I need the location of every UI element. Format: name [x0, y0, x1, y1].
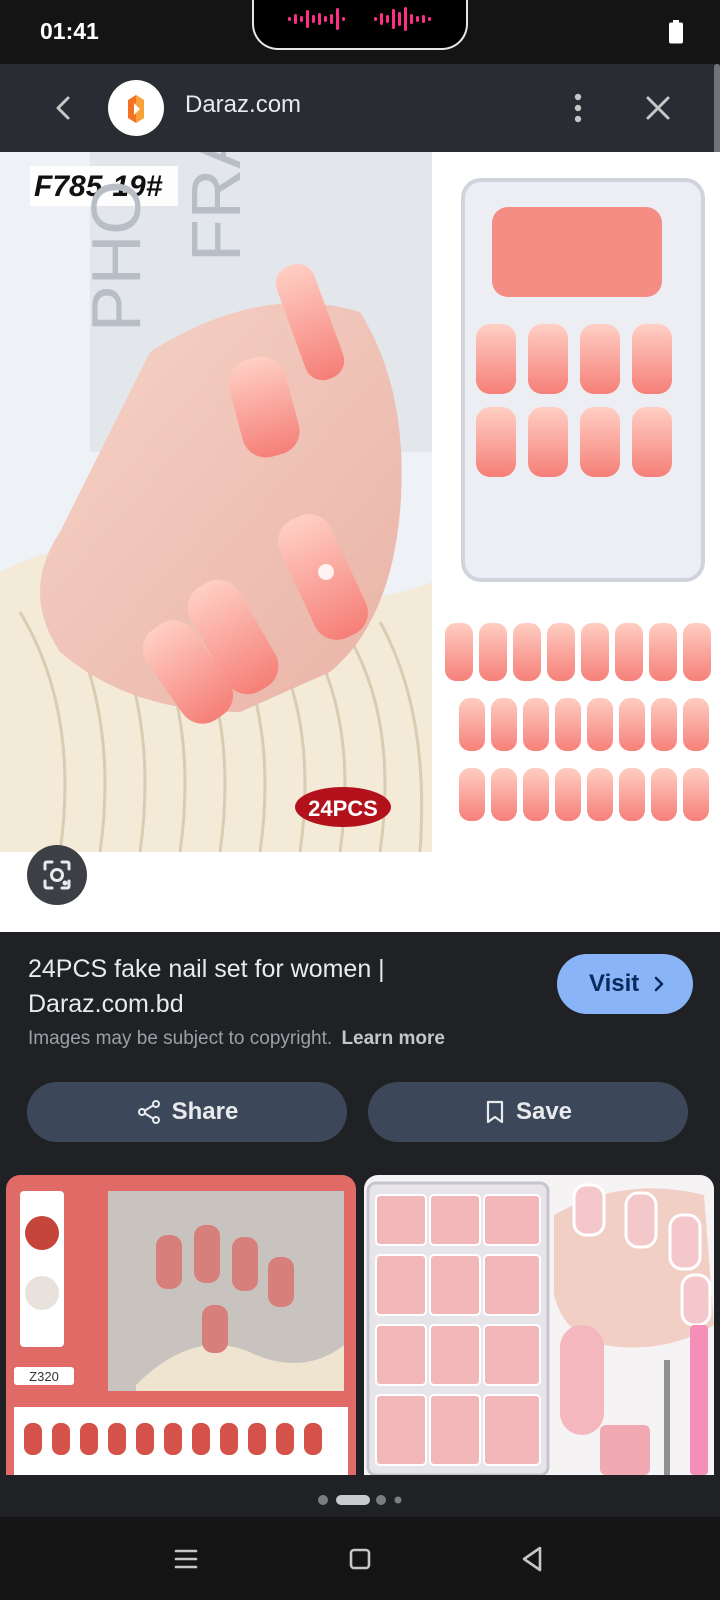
home-square-icon[interactable] [340, 1539, 380, 1579]
bookmark-icon [486, 1100, 504, 1124]
site-logo [108, 80, 164, 136]
visit-label: Visit [589, 970, 640, 997]
status-time: 01:41 [40, 18, 99, 44]
app-bar: Daraz.com [0, 64, 720, 152]
lens-icon [43, 860, 71, 890]
daraz-logo-icon [128, 95, 144, 123]
pagination-dots [318, 1495, 402, 1505]
battery-icon [669, 20, 683, 44]
background-text: PHO [77, 180, 155, 332]
related-image-card[interactable]: Z320 [6, 1175, 356, 1475]
product-image[interactable]: F785-19# PHO FRAM 24PCS [0, 152, 720, 932]
system-nav-bar [0, 1517, 720, 1600]
share-button[interactable]: Share [27, 1082, 347, 1142]
audio-wave-icon [374, 7, 431, 31]
back-triangle-icon[interactable] [512, 1539, 552, 1579]
learn-more-link[interactable]: Learn more [341, 1028, 444, 1049]
save-button[interactable]: Save [368, 1082, 688, 1142]
related-image-card[interactable] [364, 1175, 714, 1475]
related-images: Z320 [0, 1175, 720, 1475]
menu-icon[interactable] [166, 1539, 206, 1579]
visit-button[interactable]: Visit [557, 954, 693, 1014]
result-title[interactable]: 24PCS fake nail set for women | Daraz.co… [28, 952, 528, 1022]
share-label: Share [171, 1098, 239, 1125]
lens-button[interactable] [27, 845, 87, 905]
related-code: Z320 [29, 1369, 59, 1384]
share-icon [137, 1100, 160, 1124]
audio-wave-icon [288, 8, 345, 30]
background-text: FRAM [177, 152, 255, 262]
arrow-left-icon[interactable] [44, 88, 84, 128]
status-bar: 01:41 [0, 0, 720, 64]
copyright-text: Images may be subject to copyright. [28, 1028, 333, 1049]
related-image: Z320 [6, 1175, 356, 1475]
close-icon[interactable] [638, 88, 678, 128]
save-label: Save [515, 1098, 573, 1125]
result-info: 24PCS fake nail set for women | Daraz.co… [0, 932, 720, 1172]
more-vert-icon[interactable] [558, 88, 598, 128]
quantity-badge: 24PCS [308, 796, 378, 821]
camera-notch [252, 0, 468, 50]
nail-set-illustration: F785-19# PHO FRAM 24PCS [0, 152, 720, 932]
chevron-right-icon [654, 976, 664, 992]
related-image [364, 1175, 714, 1475]
copyright-notice: Images may be subject to copyright. Lear… [28, 1028, 445, 1050]
site-name[interactable]: Daraz.com [185, 91, 301, 119]
